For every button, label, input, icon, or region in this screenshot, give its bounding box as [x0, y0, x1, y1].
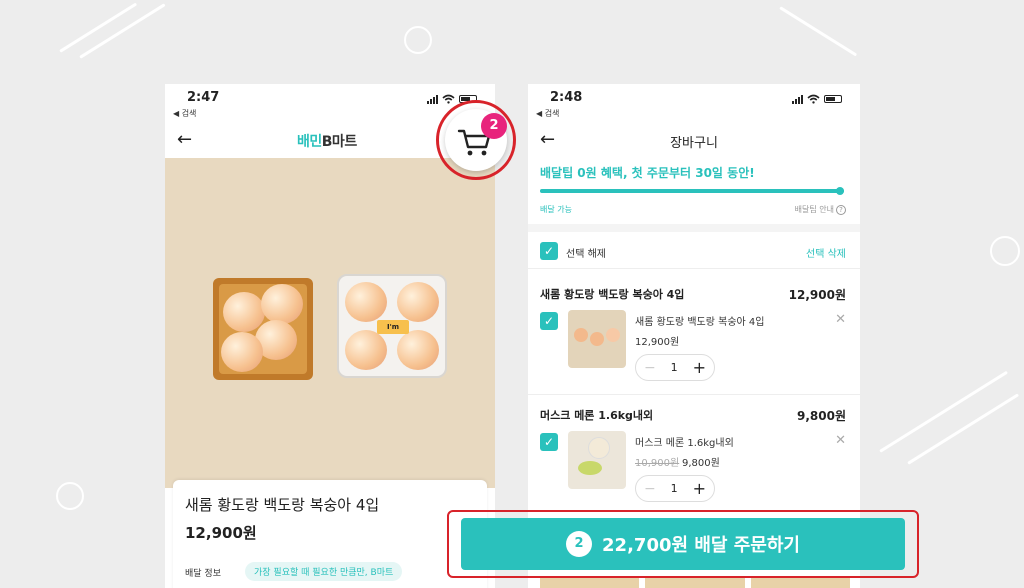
- cart-highlight-circle: 2: [436, 100, 516, 180]
- signal-icon: [792, 94, 803, 104]
- wifi-icon: [807, 94, 820, 104]
- delivery-info-pill: 가장 필요할 때 필요한 만큼만, B마트: [245, 562, 403, 581]
- item-checkbox[interactable]: ✓: [540, 433, 558, 451]
- product-image: I'm: [165, 158, 495, 488]
- order-highlight-box: 2 22,700원 배달 주문하기: [447, 510, 919, 578]
- quantity-stepper: − 1 +: [635, 475, 715, 502]
- nav-bar: ← 장바구니: [528, 124, 860, 158]
- wifi-icon: [442, 94, 455, 104]
- minus-icon[interactable]: −: [644, 360, 656, 376]
- recommend-tiles: [540, 578, 850, 588]
- status-time: 2:48: [550, 90, 583, 105]
- item-name: 새롬 황도랑 백도랑 복숭아 4입: [635, 317, 765, 328]
- page-title: 장바구니: [670, 136, 718, 151]
- progress-dot: [836, 187, 844, 195]
- quantity-value: 1: [670, 482, 678, 495]
- select-all-label: 선택 해제: [566, 249, 606, 260]
- progress-left-label: 배달 가능: [540, 205, 572, 214]
- item-thumbnail: [568, 310, 626, 368]
- item-checkbox[interactable]: ✓: [540, 312, 558, 330]
- order-button[interactable]: 2 22,700원 배달 주문하기: [461, 518, 905, 570]
- item-price: 9,800원: [682, 458, 720, 469]
- cart-button[interactable]: 2: [445, 109, 507, 171]
- select-all-checkbox[interactable]: ✓: [540, 242, 558, 260]
- item-original-price: 10,900원: [635, 458, 680, 469]
- delete-selected-button[interactable]: 선택 삭제: [806, 245, 846, 260]
- cart-item-title: 머스크 메론 1.6kg내외: [540, 409, 654, 422]
- promo-banner: 배달팁 0원 혜택, 첫 주문부터 30일 동안!: [540, 166, 755, 180]
- product-detail-card: 새롬 황도랑 백도랑 복숭아 4입 12,900원 배달 정보 가장 필요할 때…: [173, 480, 487, 588]
- signal-icon: [427, 94, 438, 104]
- item-price: 12,900원: [635, 337, 680, 348]
- remove-item-icon[interactable]: ✕: [835, 433, 846, 448]
- cart-item-total: 12,900원: [788, 288, 846, 302]
- plus-icon[interactable]: +: [693, 358, 706, 377]
- delivery-progress-bar: [540, 187, 844, 195]
- bmart-logo: 배민B마트: [297, 134, 357, 150]
- cart-count-badge: 2: [481, 113, 507, 139]
- delivery-label: 배달 정보: [185, 569, 221, 579]
- status-icons: [792, 94, 842, 104]
- decor-circle: [404, 26, 432, 54]
- divider: [528, 268, 860, 269]
- back-to-search-link[interactable]: ◀ 검색: [173, 108, 196, 119]
- help-icon: ?: [836, 204, 846, 215]
- basket-graphic: [213, 278, 313, 380]
- cart-item-total: 9,800원: [797, 409, 846, 423]
- decor-circle: [56, 482, 84, 510]
- item-name: 머스크 메론 1.6kg내외: [635, 438, 734, 449]
- plus-icon[interactable]: +: [693, 479, 706, 498]
- decor-circle: [990, 236, 1020, 266]
- remove-item-icon[interactable]: ✕: [835, 312, 846, 327]
- status-time: 2:47: [187, 90, 220, 105]
- battery-icon: [824, 95, 842, 103]
- cart-item-title: 새롬 황도랑 백도랑 복숭아 4입: [540, 288, 685, 301]
- decor-line: [907, 393, 1020, 465]
- back-arrow-icon[interactable]: ←: [177, 129, 192, 150]
- minus-icon[interactable]: −: [644, 481, 656, 497]
- back-to-search-link[interactable]: ◀ 검색: [536, 108, 559, 119]
- product-price: 12,900원: [185, 524, 257, 542]
- pack-label: I'm: [377, 320, 409, 334]
- delivery-tip-info-link[interactable]: 배달팁 안내 ?: [795, 204, 846, 215]
- product-name: 새롬 황도랑 백도랑 복숭아 4입: [185, 496, 380, 514]
- quantity-stepper: − 1 +: [635, 354, 715, 381]
- progress-fill: [540, 189, 844, 193]
- divider: [528, 394, 860, 395]
- order-label: 22,700원 배달 주문하기: [602, 535, 800, 556]
- item-thumbnail: [568, 431, 626, 489]
- order-count-badge: 2: [566, 531, 593, 557]
- status-bar: 2:48 ◀ 검색: [528, 84, 860, 124]
- quantity-value: 1: [670, 361, 678, 374]
- divider: [528, 224, 860, 232]
- peach-pack-graphic: I'm: [337, 274, 447, 378]
- decor-line: [779, 6, 858, 57]
